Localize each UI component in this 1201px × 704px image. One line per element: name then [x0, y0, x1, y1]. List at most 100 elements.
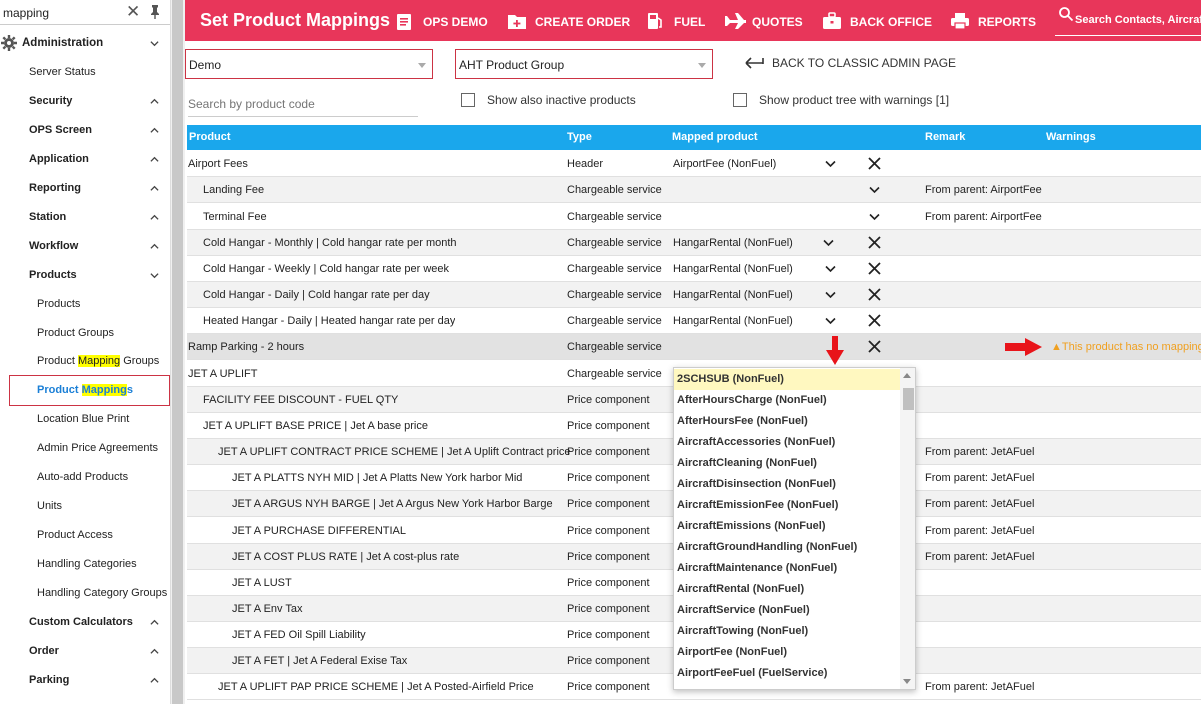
- header-remark[interactable]: Remark: [925, 131, 965, 143]
- mapped-product-dropdown[interactable]: 2SCHSUB (NonFuel) AfterHoursCharge (NonFu…: [673, 367, 916, 690]
- company-select[interactable]: Demo: [185, 49, 433, 79]
- sidebar-item-security[interactable]: Security: [0, 88, 170, 114]
- checkbox-box[interactable]: [461, 93, 475, 107]
- dropdown-option[interactable]: AircraftMaintenance (NonFuel): [674, 558, 900, 579]
- sidebar-item-administration[interactable]: Administration: [0, 30, 170, 56]
- sidebar-item-label: Server Status: [29, 65, 96, 78]
- clear-mapping-icon[interactable]: [868, 314, 881, 327]
- clear-search-icon[interactable]: ✕: [126, 2, 140, 22]
- chevron-down-icon[interactable]: [869, 186, 880, 194]
- chevron-down-icon[interactable]: [825, 160, 836, 168]
- dropdown-option[interactable]: AfterHoursCharge (NonFuel): [674, 390, 900, 411]
- sidebar-item-ops-screen[interactable]: OPS Screen: [0, 117, 170, 143]
- table-row[interactable]: Cold Hangar - Daily | Cold hangar rate p…: [187, 282, 1201, 308]
- clear-mapping-icon[interactable]: [868, 236, 881, 249]
- table-row[interactable]: Cold Hangar - Monthly | Cold hangar rate…: [187, 230, 1201, 256]
- chevron-down-icon[interactable]: [869, 213, 880, 221]
- sidebar-item-product-access[interactable]: Product Access: [0, 522, 170, 548]
- chevron-down-icon[interactable]: [823, 239, 834, 247]
- scroll-down-icon[interactable]: [903, 679, 911, 684]
- chevron-down-icon[interactable]: [150, 271, 159, 280]
- fuel-pump-icon: [648, 13, 662, 29]
- chevron-up-icon[interactable]: [150, 126, 159, 135]
- global-search-placeholder: Search Contacts, Aircraft,: [1075, 14, 1201, 26]
- sidebar-item-auto-add-products[interactable]: Auto-add Products: [0, 464, 170, 490]
- sidebar-item-custom-calculators[interactable]: Custom Calculators: [0, 609, 170, 635]
- sidebar-scroll-thumb[interactable]: [172, 0, 183, 704]
- chevron-up-icon[interactable]: [150, 97, 159, 106]
- product-code-search-input[interactable]: [188, 91, 418, 117]
- chevron-down-icon[interactable]: [150, 39, 159, 48]
- dropdown-option[interactable]: AirportFee (NonFuel): [674, 642, 900, 663]
- sidebar-item-handling-category-groups[interactable]: Handling Category Groups: [0, 580, 170, 606]
- sidebar-item-product-mapping-groups[interactable]: Product Mapping Groups: [0, 348, 170, 374]
- chevron-up-icon[interactable]: [150, 676, 159, 685]
- clear-mapping-icon[interactable]: [868, 340, 881, 353]
- sidebar-item-label: Application: [29, 152, 89, 165]
- dropdown-option[interactable]: AfterHoursFee (NonFuel): [674, 411, 900, 432]
- dropdown-option[interactable]: AircraftEmissions (NonFuel): [674, 516, 900, 537]
- sidebar-item-handling-categories[interactable]: Handling Categories: [0, 551, 170, 577]
- table-row[interactable]: Heated Hangar - Daily | Heated hangar ra…: [187, 308, 1201, 334]
- sidebar-item-products-sub[interactable]: Products: [0, 291, 170, 317]
- gear-icon: [1, 35, 17, 51]
- dropdown-option[interactable]: AircraftRental (NonFuel): [674, 579, 900, 600]
- table-row[interactable]: Airport Fees Header AirportFee (NonFuel): [187, 151, 1201, 177]
- header-mapped-product[interactable]: Mapped product: [672, 131, 758, 143]
- dropdown-scroll-thumb[interactable]: [903, 388, 914, 410]
- sidebar-item-label: Product Groups: [37, 326, 115, 339]
- sidebar-item-station[interactable]: Station: [0, 204, 170, 230]
- chevron-up-icon[interactable]: [150, 213, 159, 222]
- sidebar-search-input[interactable]: mapping: [3, 6, 49, 20]
- dropdown-option[interactable]: AirportFeeFuel (FuelService): [674, 663, 900, 684]
- dropdown-scrollbar[interactable]: [900, 368, 915, 689]
- clear-mapping-icon[interactable]: [868, 157, 881, 170]
- dropdown-option[interactable]: 2SCHSUB (NonFuel): [674, 369, 900, 390]
- dropdown-option[interactable]: AircraftCleaning (NonFuel): [674, 453, 900, 474]
- sidebar-item-units[interactable]: Units: [0, 493, 170, 519]
- dropdown-option[interactable]: AircraftAccessories (NonFuel): [674, 432, 900, 453]
- sidebar-item-product-groups[interactable]: Product Groups: [0, 320, 170, 346]
- chevron-up-icon[interactable]: [150, 242, 159, 251]
- chevron-up-icon[interactable]: [150, 618, 159, 627]
- table-row[interactable]: Ramp Parking - 2 hours Chargeable service…: [187, 334, 1201, 360]
- sidebar-item-location-blue-print[interactable]: Location Blue Print: [0, 406, 170, 432]
- scroll-up-icon[interactable]: [903, 373, 911, 378]
- global-search-input[interactable]: Search Contacts, Aircraft,: [1055, 4, 1201, 36]
- sidebar-item-server-status[interactable]: Server Status: [0, 59, 170, 85]
- sidebar-item-order[interactable]: Order: [0, 638, 170, 664]
- table-row[interactable]: Landing Fee Chargeable service From parent…: [187, 177, 1201, 203]
- product-cell: JET A UPLIFT BASE PRICE | Jet A base pri…: [203, 419, 428, 432]
- table-row[interactable]: Terminal Fee Chargeable service From paren…: [187, 204, 1201, 230]
- dropdown-option[interactable]: AircraftDisinsection (NonFuel): [674, 474, 900, 495]
- sidebar-item-product-mappings[interactable]: Product Mappings: [9, 375, 170, 407]
- sidebar-item-products[interactable]: Products: [0, 262, 170, 288]
- clear-mapping-icon[interactable]: [868, 262, 881, 275]
- sidebar-item-admin-price-agreements[interactable]: Admin Price Agreements: [0, 435, 170, 461]
- dropdown-option[interactable]: AircraftService (NonFuel): [674, 600, 900, 621]
- dropdown-option[interactable]: AircraftTowing (NonFuel): [674, 621, 900, 642]
- checkbox-box[interactable]: [733, 93, 747, 107]
- sidebar-item-reporting[interactable]: Reporting: [0, 175, 170, 201]
- chevron-up-icon[interactable]: [150, 184, 159, 193]
- chevron-down-icon[interactable]: [825, 317, 836, 325]
- chevron-up-icon[interactable]: [150, 155, 159, 164]
- chevron-down-icon[interactable]: [825, 291, 836, 299]
- sidebar-item-label: Workflow: [29, 239, 79, 252]
- pin-icon[interactable]: [147, 4, 163, 20]
- clear-mapping-icon[interactable]: [868, 288, 881, 301]
- header-type[interactable]: Type: [567, 131, 592, 143]
- dropdown-option[interactable]: AircraftEmissionFee (NonFuel): [674, 495, 900, 516]
- table-row[interactable]: Cold Hangar - Weekly | Cold hangar rate …: [187, 256, 1201, 282]
- product-group-select[interactable]: AHT Product Group: [455, 49, 713, 79]
- sidebar-search[interactable]: mapping ✕: [0, 0, 170, 25]
- header-product[interactable]: Product: [189, 131, 231, 143]
- header-warnings[interactable]: Warnings: [1046, 131, 1096, 143]
- sidebar-item-parking[interactable]: Parking: [0, 667, 170, 693]
- sidebar-item-application[interactable]: Application: [0, 146, 170, 172]
- dropdown-option[interactable]: AircraftGroundHandling (NonFuel): [674, 537, 900, 558]
- chevron-up-icon[interactable]: [150, 647, 159, 656]
- sidebar-item-label: Parking: [29, 673, 70, 686]
- sidebar-item-workflow[interactable]: Workflow: [0, 233, 170, 259]
- chevron-down-icon[interactable]: [825, 265, 836, 273]
